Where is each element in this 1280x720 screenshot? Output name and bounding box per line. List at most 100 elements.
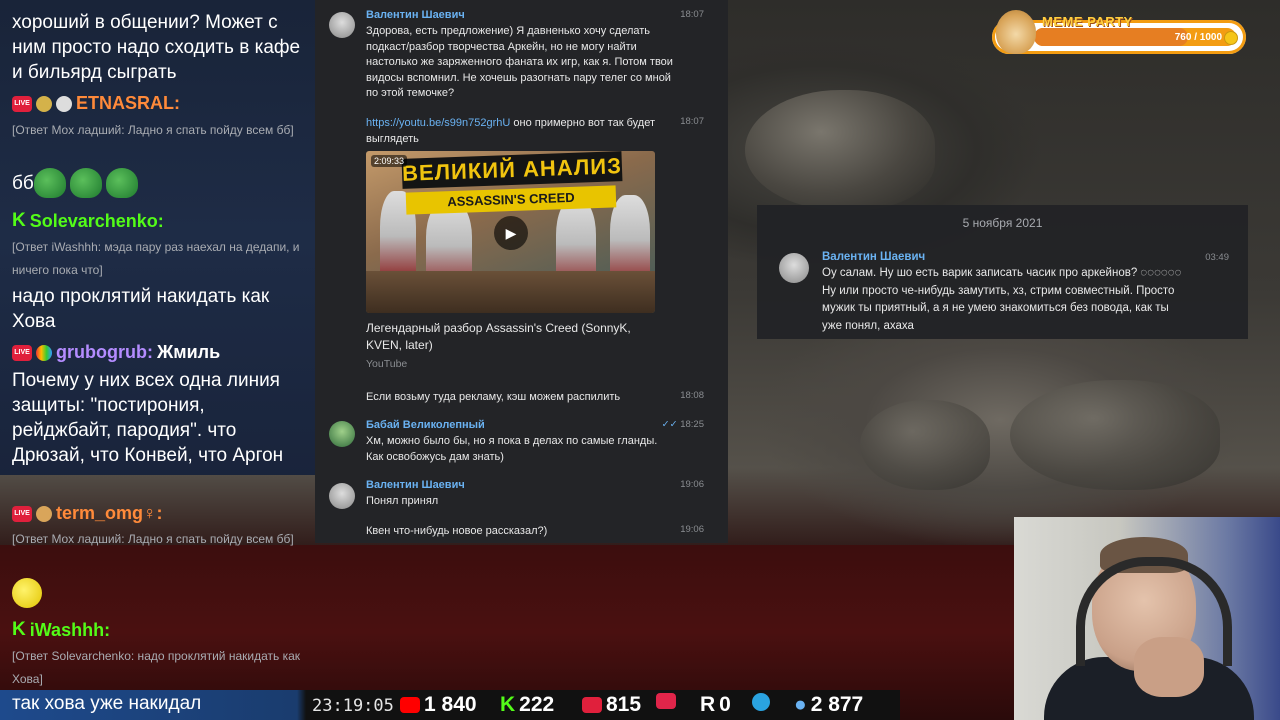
viewers-count: 2 877 [810, 693, 864, 716]
message-time: 03:49 [1205, 252, 1229, 263]
play-icon-stat [656, 693, 676, 709]
meme-party-label: MEME PARTY [1042, 14, 1133, 29]
chat-message-text: так хова уже накидал [12, 693, 202, 714]
message: 18:08 Если возьму туда рекламу, кэш може… [366, 390, 716, 406]
message-text: Хм, можно было бы, но я пока в делах по … [366, 435, 658, 463]
chat-username-row: K Solevarchenko: [12, 210, 307, 232]
live-badge-icon: LIVE [12, 95, 32, 112]
doge-icon [996, 10, 1036, 54]
play-icon[interactable]: ▶ [494, 216, 528, 250]
message-text: Понял принял [366, 495, 439, 507]
kick-viewers: K 222 [500, 693, 554, 717]
kick-logo-icon: K [12, 210, 26, 231]
chat-message: бб [12, 168, 307, 198]
message-time: 18:07 [680, 9, 704, 20]
chat-reply: [Ответ Solevarchenko: надо проклятий нак… [12, 649, 301, 686]
youtube-count: 1 840 [424, 693, 477, 716]
double-check-icon: ✓✓ [661, 419, 678, 430]
message-time: 18:07 [680, 116, 704, 127]
kick-logo-icon: K [500, 693, 516, 716]
message-author[interactable]: Валентин Шаевич [366, 479, 716, 491]
rock [745, 90, 935, 210]
chat-username-row: LIVE term_omg♀: [12, 503, 307, 524]
avatar[interactable] [329, 483, 355, 509]
video-title[interactable]: Легендарный разбор Assassin's Creed (Son… [366, 320, 646, 354]
rock [860, 400, 990, 490]
live-badge-icon: LIVE [12, 505, 32, 522]
chat-username[interactable]: ETNASRAL: [76, 93, 180, 114]
live-viewers: 815 [582, 693, 641, 717]
message-time: 19:06 [680, 479, 704, 490]
chat-username-row: LIVE ETNASRAL: [12, 93, 307, 114]
live-badge-icon: LIVE [12, 344, 32, 361]
chat-username[interactable]: grubogrub: [56, 342, 153, 363]
message: Валентин Шаевич 03:49 Оу салам. Ну шо ес… [822, 251, 1229, 335]
telegram-message-card: 5 ноября 2021 Валентин Шаевич 03:49 Оу с… [757, 205, 1248, 339]
avatar-emoji-icon [56, 95, 72, 112]
message: Бабай Великолепный ✓✓ 18:25 Хм, можно бы… [366, 419, 716, 465]
emoji-hands-icon [12, 578, 42, 608]
message-text: Если возьму туда рекламу, кэш можем расп… [366, 391, 621, 403]
avatar[interactable] [329, 12, 355, 38]
youtube-link[interactable]: https://youtu.be/s99n752grhU [366, 117, 510, 129]
trophy-icon [36, 95, 52, 112]
rumble-icon: R [700, 693, 716, 716]
thumbnail-table [366, 271, 655, 313]
avatar[interactable] [329, 421, 355, 447]
chat-username[interactable]: term_omg♀: [56, 503, 163, 524]
streamer-hand [1134, 637, 1204, 697]
youtube-viewers: 1 840 [400, 693, 477, 717]
message-text: Квен что-нибудь новое рассказал?) [366, 525, 548, 537]
message-time: 18:25 [680, 419, 704, 430]
avatar[interactable] [779, 253, 809, 283]
chat-message-text: Жмиль [156, 342, 221, 362]
person-icon: ● [794, 693, 807, 716]
live-count: 815 [606, 693, 642, 716]
chat-message-text: надо проклятий накидать как Хова [12, 286, 270, 332]
meme-party-widget: MEME PARTY 760 / 1000 [992, 10, 1246, 54]
chat-reply: [Ответ Mox ладший: Ладно я спать пойду в… [12, 532, 294, 546]
video-caption: Легендарный разбор Assassin's Creed (Son… [366, 320, 716, 370]
watermelon-emote-icon [105, 168, 138, 198]
chat-username[interactable]: iWashhh: [30, 620, 110, 641]
video-preview[interactable]: ВЕЛИКИЙ АНАЛИЗ ASSASSIN'S CREED 2:09:33 … [366, 151, 655, 313]
message-author[interactable]: Валентин Шаевич [822, 251, 1227, 263]
chat-reply: [Ответ Mox ладший: Ладно я спать пойду в… [12, 123, 294, 137]
thumbnail-title: ВЕЛИКИЙ АНАЛИЗ [401, 151, 623, 189]
kick-logo-icon: K [12, 619, 26, 640]
message-text: Оу салам. Ну шо есть варик записать часи… [822, 267, 1182, 332]
message-author[interactable]: Валентин Шаевич [366, 9, 716, 21]
webcam-feed [1014, 517, 1280, 720]
message-time-row: ✓✓ 18:25 [662, 419, 704, 430]
live-icon [582, 697, 602, 713]
stream-stats-bar: так хова уже накидал 23:19:05 1 840 K 22… [0, 690, 900, 720]
watermelon-emote-icon [33, 168, 66, 198]
rumble-count: 0 [719, 693, 731, 716]
chat-username[interactable]: Solevarchenko: [30, 211, 164, 232]
chat-username-row: K iWashhh: [12, 619, 307, 641]
chat-username-row: LIVE grubogrub: Жмиль [12, 342, 307, 363]
rainbow-badge-icon [36, 344, 52, 361]
chat-message-text: бб [12, 172, 34, 194]
stream-clock: 23:19:05 [312, 696, 394, 716]
message-text: Здорова, есть предложение) Я давненько х… [366, 25, 673, 99]
message: 19:06 Квен что-нибудь новое рассказал?) [366, 524, 716, 540]
message: Валентин Шаевич 18:07 Здорова, есть пред… [366, 9, 716, 102]
coin-icon [1224, 31, 1238, 45]
message-time: 18:08 [680, 390, 704, 401]
avatar-emoji-icon [36, 505, 52, 522]
date-separator: 5 ноября 2021 [962, 216, 1043, 230]
rock [1010, 380, 1220, 490]
message: 18:07 https://youtu.be/s99n752grhU оно п… [366, 116, 716, 147]
chat-message-text: хороший в общении? Может с ним просто на… [12, 12, 301, 83]
chat-message [12, 578, 307, 613]
total-viewers: ● 2 877 [794, 693, 863, 717]
watermelon-emote-icon [69, 168, 102, 198]
telegram-icon [752, 693, 770, 711]
telegram-stat [752, 693, 770, 711]
message: Валентин Шаевич 19:06 Понял принял [366, 479, 716, 510]
chat-message-text: Почему у них всех одна линия защиты: "по… [12, 370, 284, 466]
youtube-icon [400, 697, 420, 713]
telegram-chat-panel: Валентин Шаевич 18:07 Здорова, есть пред… [315, 0, 728, 543]
video-source: YouTube [366, 358, 408, 370]
